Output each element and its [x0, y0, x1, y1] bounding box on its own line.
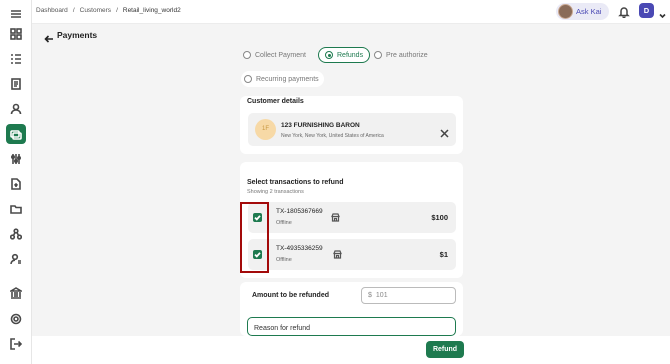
close-icon[interactable] — [440, 125, 449, 138]
breadcrumb-separator: / — [116, 7, 118, 14]
option-recurring-payments[interactable]: Recurring payments — [241, 71, 324, 87]
list-icon[interactable] — [6, 49, 26, 69]
breadcrumb-current: Retail_living_world2 — [122, 7, 181, 14]
radio-icon — [244, 75, 252, 83]
breadcrumb: Dashboard / Customers / Retail_living_wo… — [36, 7, 181, 14]
sidebar — [0, 0, 32, 364]
refund-button[interactable]: Refund — [426, 341, 464, 358]
option-label: Recurring payments — [256, 75, 319, 83]
payments-icon[interactable] — [6, 124, 26, 144]
amount-label: Amount to be refunded — [252, 292, 329, 299]
customer-avatar: 1F — [255, 119, 276, 140]
ask-kai-button[interactable]: Ask Kai — [556, 3, 610, 20]
customer-address: New York, New York, United States of Ame… — [281, 133, 384, 139]
amount-placeholder: 101 — [375, 292, 388, 299]
option-collect-payment[interactable]: Collect Payment — [243, 47, 306, 63]
customer-box: 1F 123 FURNISHING BARON New York, New Yo… — [248, 113, 456, 146]
store-icon — [333, 246, 342, 259]
breadcrumb-separator: / — [72, 7, 75, 14]
store-icon — [331, 209, 340, 222]
transaction-mode: Offline — [276, 257, 292, 263]
gear-icon[interactable] — [6, 309, 26, 329]
bank-icon[interactable] — [6, 283, 26, 303]
back-arrow-icon[interactable] — [44, 31, 54, 43]
transaction-amount: $1 — [439, 250, 448, 259]
file-upload-icon[interactable] — [6, 174, 26, 194]
transaction-row[interactable]: TX-1805367669 Offline $100 — [248, 202, 456, 233]
kai-avatar — [558, 4, 573, 19]
network-icon[interactable] — [6, 224, 26, 244]
transactions-section-title: Select transactions to refund — [247, 179, 344, 186]
page-title: Payments — [57, 30, 98, 40]
option-label: Pre authorize — [386, 51, 428, 59]
radio-icon — [243, 51, 251, 59]
transaction-row[interactable]: TX-4935336259 Offline $1 — [248, 239, 456, 270]
radio-icon — [374, 51, 382, 59]
option-label: Refunds — [337, 51, 364, 59]
menu-icon[interactable] — [6, 4, 26, 24]
breadcrumb-customers[interactable]: Customers — [80, 7, 111, 14]
customer-name: 123 FURNISHING BARON — [281, 122, 360, 129]
person-icon[interactable] — [6, 99, 26, 119]
checkbox-highlight-box — [240, 202, 269, 273]
user-avatar[interactable]: D — [639, 3, 654, 18]
option-pre-authorize[interactable]: Pre authorize — [374, 47, 428, 63]
footer — [32, 336, 670, 364]
currency-symbol: $ — [368, 292, 372, 299]
document-icon[interactable] — [6, 74, 26, 94]
settings-sliders-icon[interactable] — [6, 149, 26, 169]
customer-section-title: Customer details — [247, 98, 304, 105]
radio-selected-icon — [325, 51, 333, 59]
amount-input[interactable]: $101 — [361, 287, 456, 304]
ask-kai-label: Ask Kai — [576, 7, 602, 16]
dashboard-icon[interactable] — [6, 24, 26, 44]
bell-icon[interactable] — [618, 5, 632, 19]
logout-icon[interactable] — [6, 334, 26, 354]
top-bar: Dashboard / Customers / Retail_living_wo… — [32, 0, 670, 24]
reason-input[interactable]: Reason for refund — [247, 317, 456, 336]
folder-icon[interactable] — [6, 199, 26, 219]
transaction-id: TX-1805367669 — [276, 208, 323, 215]
user-manage-icon[interactable] — [6, 249, 26, 269]
transactions-count: Showing 2 transactions — [247, 189, 304, 195]
transaction-id: TX-4935336259 — [276, 245, 323, 252]
chevron-down-icon[interactable] — [658, 7, 667, 19]
transaction-mode: Offline — [276, 220, 292, 226]
option-label: Collect Payment — [255, 51, 306, 59]
transaction-amount: $100 — [431, 213, 448, 222]
breadcrumb-dashboard[interactable]: Dashboard — [36, 7, 68, 14]
option-refunds[interactable]: Refunds — [318, 47, 371, 63]
